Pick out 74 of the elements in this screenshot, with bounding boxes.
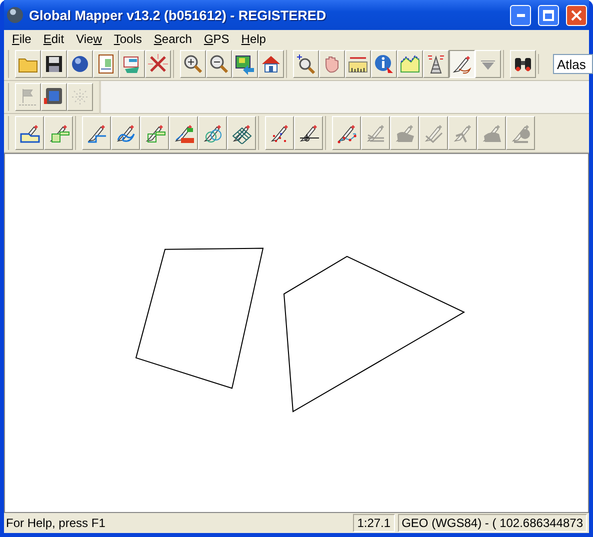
coordinates-text: GEO (WGS84) - ( 102.686344873 bbox=[398, 514, 587, 532]
image-arrow-button[interactable] bbox=[232, 50, 258, 78]
magnifier-plus-icon bbox=[295, 53, 317, 75]
menu-item[interactable]: Help bbox=[235, 32, 272, 46]
pencil-grid-button[interactable] bbox=[227, 116, 256, 150]
close-button[interactable] bbox=[566, 4, 587, 26]
ruler-button[interactable] bbox=[345, 50, 371, 78]
pencil-area-icon bbox=[394, 122, 416, 144]
document-button[interactable] bbox=[93, 50, 119, 78]
pencil-stroke-icon bbox=[422, 122, 444, 144]
binoculars-button[interactable] bbox=[510, 50, 536, 78]
pencil-vertex-line-button[interactable] bbox=[332, 116, 361, 150]
globe-button[interactable] bbox=[67, 50, 93, 78]
pencil-circles-button[interactable] bbox=[198, 116, 227, 150]
profile-chart-button[interactable] bbox=[397, 50, 423, 78]
pencil-line-icon bbox=[86, 122, 108, 144]
floppy-disk-button[interactable] bbox=[41, 50, 67, 78]
menu-item[interactable]: Edit bbox=[37, 32, 70, 46]
pencil-button[interactable] bbox=[449, 50, 475, 78]
hand-button[interactable] bbox=[319, 50, 345, 78]
window-title: Global Mapper v13.2 (b051612) - REGISTERED bbox=[29, 8, 328, 22]
layers-button[interactable] bbox=[119, 50, 145, 78]
minimize-icon bbox=[516, 14, 524, 16]
pencil-line-button[interactable] bbox=[82, 116, 111, 150]
menu-item[interactable]: View bbox=[70, 32, 108, 46]
zoom-out-button[interactable] bbox=[206, 50, 232, 78]
tower-button[interactable] bbox=[423, 50, 449, 78]
pencil-rectangle-line-button[interactable] bbox=[140, 116, 169, 150]
pencil-point-line-icon bbox=[298, 122, 320, 144]
pencil-tree-icon bbox=[510, 122, 532, 144]
pencil-lines-icon bbox=[364, 122, 386, 144]
pencil-rectangle-icon bbox=[48, 122, 70, 144]
menu-item[interactable]: GPS bbox=[198, 32, 236, 46]
pencil-points-icon bbox=[268, 122, 290, 144]
house-button[interactable] bbox=[258, 50, 284, 78]
scale-text: 1:27.1 bbox=[353, 514, 395, 532]
zoom-out-icon bbox=[208, 53, 230, 75]
pencil-arrow-icon bbox=[452, 122, 474, 144]
pencil-rectangle-line-icon bbox=[144, 122, 166, 144]
pencil-icon bbox=[451, 53, 473, 75]
pencil-rectangle-button[interactable] bbox=[44, 116, 73, 150]
profile-chart-icon bbox=[399, 53, 421, 75]
folder-button[interactable] bbox=[15, 50, 41, 78]
flag-icon bbox=[17, 86, 39, 108]
pencil-point-line-button[interactable] bbox=[294, 116, 323, 150]
pencil-area-icon bbox=[18, 122, 40, 144]
info-icon bbox=[373, 53, 395, 75]
maximize-icon bbox=[543, 10, 554, 20]
pencil-curve-icon bbox=[114, 122, 136, 144]
pencil-blob-icon bbox=[480, 122, 502, 144]
layer-input-field[interactable]: Atlas bbox=[553, 54, 593, 74]
minimize-button[interactable] bbox=[510, 4, 531, 26]
magnifier-plus-button[interactable] bbox=[293, 50, 319, 78]
zoom-in-button[interactable] bbox=[180, 50, 206, 78]
info-button[interactable] bbox=[371, 50, 397, 78]
pencil-grid-icon bbox=[230, 122, 252, 144]
close-icon bbox=[571, 10, 582, 20]
monitor-button[interactable] bbox=[41, 83, 67, 111]
pencil-curve-button[interactable] bbox=[111, 116, 140, 150]
menu-item[interactable]: Search bbox=[148, 32, 198, 46]
globe-icon bbox=[6, 6, 24, 24]
pencil-points-button[interactable] bbox=[265, 116, 294, 150]
maximize-button[interactable] bbox=[538, 4, 559, 26]
pencil-circles-icon bbox=[202, 122, 224, 144]
image-arrow-icon bbox=[234, 53, 256, 75]
house-icon bbox=[260, 53, 282, 75]
tower-icon bbox=[425, 53, 447, 75]
status-help-text: For Help, press F1 bbox=[6, 516, 106, 530]
menu-item[interactable]: Tools bbox=[108, 32, 148, 46]
zoom-in-icon bbox=[182, 53, 204, 75]
pencil-area-button[interactable] bbox=[15, 116, 44, 150]
globe-icon bbox=[69, 53, 91, 75]
pencil-vertex-line-icon bbox=[336, 122, 358, 144]
menu-item[interactable]: File bbox=[6, 32, 38, 46]
